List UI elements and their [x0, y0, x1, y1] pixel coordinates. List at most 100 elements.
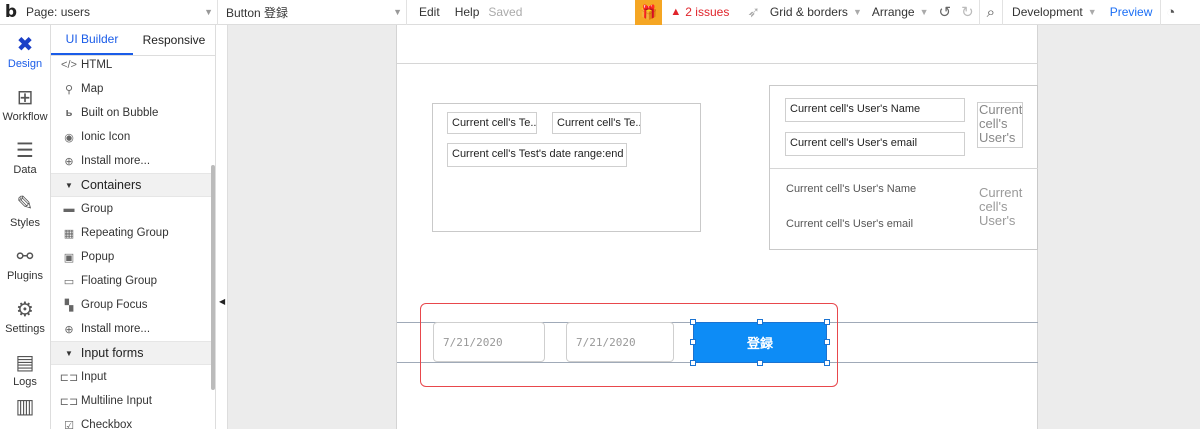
bubble-logo-icon[interactable]: b — [0, 0, 22, 25]
rail-item-settings[interactable]: ⚙ Settings — [0, 290, 50, 343]
redo-icon[interactable]: ↻ — [956, 3, 979, 21]
resize-handle-se[interactable] — [824, 360, 830, 366]
pointer-icon[interactable]: ➶ — [737, 3, 765, 21]
date-input-end[interactable]: 7/21/2020 — [566, 322, 674, 362]
collapse-arrow-icon[interactable]: ◀ — [219, 297, 225, 306]
tab-responsive[interactable]: Responsive — [133, 25, 215, 55]
resize-handle-n[interactable] — [757, 319, 763, 325]
palette-item-html[interactable]: </> HTML — [51, 53, 215, 77]
element-select-label: Button 登録 — [226, 5, 289, 20]
resize-handle-ne[interactable] — [824, 319, 830, 325]
edit-menu[interactable]: Edit — [407, 5, 447, 19]
rail-label: Styles — [10, 216, 40, 229]
palette-item-floating-group[interactable]: ▭ Floating Group — [51, 269, 215, 293]
section-label: Containers — [80, 178, 142, 192]
cell-text-test-date-range[interactable]: Current cell's Test's date range:end — [447, 143, 627, 167]
arrange-menu[interactable]: Arrange ▼ — [867, 5, 934, 19]
palette-item-label: Input — [81, 371, 107, 383]
user-image-placeholder[interactable]: Current cell's User's — [977, 102, 1023, 148]
section-containers[interactable]: ▼ Containers — [51, 173, 215, 197]
palette-item-input[interactable]: ⊏⊐ Input — [51, 365, 215, 389]
resize-handle-e[interactable] — [824, 339, 830, 345]
chevron-down-icon: ▼ — [393, 7, 402, 17]
palette-list: </> HTML ⚲ Map ь Built on Bubble ◉ Ionic… — [51, 53, 215, 429]
database-icon: ☰ — [16, 139, 34, 162]
code-icon: </> — [61, 59, 77, 71]
resize-handle-nw[interactable] — [690, 319, 696, 325]
palette-item-popup[interactable]: ▣ Popup — [51, 245, 215, 269]
document-icon: ▥ — [15, 396, 35, 418]
gift-icon[interactable]: 🎁 — [635, 0, 663, 25]
workflow-icon: ⊞ — [16, 86, 34, 109]
rail-item-design[interactable]: ✖ Design — [0, 25, 50, 78]
preview-button[interactable]: Preview — [1102, 5, 1161, 19]
palette-item-label: HTML — [81, 59, 113, 71]
plus-circle-icon: ⊕ — [64, 323, 74, 336]
rail-label: Logs — [13, 375, 37, 388]
palette-item-label: Group Focus — [81, 299, 148, 311]
resize-handle-sw[interactable] — [690, 360, 696, 366]
palette-item-label: Multiline Input — [81, 395, 152, 407]
caret-down-icon: ▼ — [65, 348, 73, 358]
cell-text-user-name[interactable]: Current cell's User's Name — [785, 98, 965, 122]
grid-borders-label: Grid & borders — [769, 5, 848, 19]
cell-text-test-2[interactable]: Current cell's Te... — [552, 112, 641, 134]
cell-text-test-1[interactable]: Current cell's Te... — [447, 112, 537, 134]
user-image-placeholder-row2: Current cell's User's — [979, 186, 1023, 228]
rail-item-data[interactable]: ☰ Data — [0, 131, 50, 184]
palette-item-ionic-icon[interactable]: ◉ Ionic Icon — [51, 125, 215, 149]
rail-item-logs[interactable]: ▤ Logs — [0, 343, 50, 396]
palette-tabs: UI Builder Responsive — [51, 25, 215, 56]
resize-handle-s[interactable] — [757, 360, 763, 366]
element-select[interactable]: Button 登録 ▼ — [218, 0, 406, 25]
environment-select[interactable]: Development ▼ — [1003, 5, 1102, 19]
resize-handle-w[interactable] — [690, 339, 696, 345]
rail-label: Design — [7, 57, 43, 70]
repeating-group-icon: ▦ — [63, 227, 75, 240]
palette-item-label: Install more... — [81, 323, 151, 335]
issues-button[interactable]: ▲ 2 issues — [662, 5, 737, 19]
palette-item-multiline-input[interactable]: ⊏⊐ Multiline Input — [51, 389, 215, 413]
palette-item-install-more[interactable]: ⊕ Install more... — [51, 149, 215, 173]
palette-item-map[interactable]: ⚲ Map — [51, 77, 215, 101]
palette-item-repeating-group[interactable]: ▦ Repeating Group — [51, 221, 215, 245]
grid-borders-menu[interactable]: Grid & borders ▼ — [765, 5, 867, 19]
rail-label: Settings — [5, 322, 45, 335]
rail-item-more[interactable]: ▥ — [0, 396, 50, 426]
register-button[interactable]: 登録 — [693, 322, 827, 363]
element-palette: UI Builder Responsive </> HTML ⚲ Map ь B… — [51, 25, 216, 429]
chevron-down-icon: ▼ — [919, 7, 929, 17]
date-input-start[interactable]: 7/21/2020 — [433, 322, 545, 362]
brush-icon: ✎ — [16, 192, 34, 215]
bubble-logo-icon: ь — [65, 107, 73, 119]
folder-icon: ▬ — [63, 203, 75, 215]
document-icon: ▤ — [15, 351, 35, 374]
section-input-forms[interactable]: ▼ Input forms — [51, 341, 215, 365]
palette-item-group[interactable]: ▬ Group — [51, 197, 215, 221]
tab-ui-builder[interactable]: UI Builder — [51, 25, 133, 55]
palette-item-group-focus[interactable]: ▚ Group Focus — [51, 293, 215, 317]
section-label: Input forms — [80, 346, 144, 360]
rail-item-plugins[interactable]: ⚯ Plugins — [0, 237, 50, 290]
undo-icon[interactable]: ↺ — [933, 3, 956, 21]
floating-group-icon: ▭ — [63, 275, 75, 288]
palette-item-built-on-bubble[interactable]: ь Built on Bubble — [51, 101, 215, 125]
bubble-editor: b Page: users ▼ Button 登録 ▼ Edit Help Sa… — [0, 0, 1200, 429]
palette-scrollbar[interactable] — [211, 165, 215, 390]
rail-item-workflow[interactable]: ⊞ Workflow — [0, 78, 50, 131]
palette-item-checkbox[interactable]: ☑ Checkbox — [51, 413, 215, 429]
environment-label: Development — [1012, 5, 1083, 19]
account-icon[interactable]: ◔ — [1161, 4, 1180, 21]
palette-item-install-more[interactable]: ⊕ Install more... — [51, 317, 215, 341]
cell-text-user-email-row2: Current cell's User's email — [786, 218, 914, 230]
popup-icon: ▣ — [63, 251, 75, 264]
cell-text-user-email[interactable]: Current cell's User's email — [785, 132, 965, 156]
help-menu[interactable]: Help — [447, 5, 487, 19]
issues-label: 2 issues — [685, 5, 730, 19]
saved-status: Saved — [488, 5, 523, 19]
rail-item-styles[interactable]: ✎ Styles — [0, 184, 50, 237]
palette-item-label: Group — [81, 203, 113, 215]
search-icon[interactable]: ⌕ — [980, 4, 1002, 21]
page-select[interactable]: Page: users ▼ — [22, 0, 217, 25]
checkbox-icon: ☑ — [64, 419, 74, 429]
